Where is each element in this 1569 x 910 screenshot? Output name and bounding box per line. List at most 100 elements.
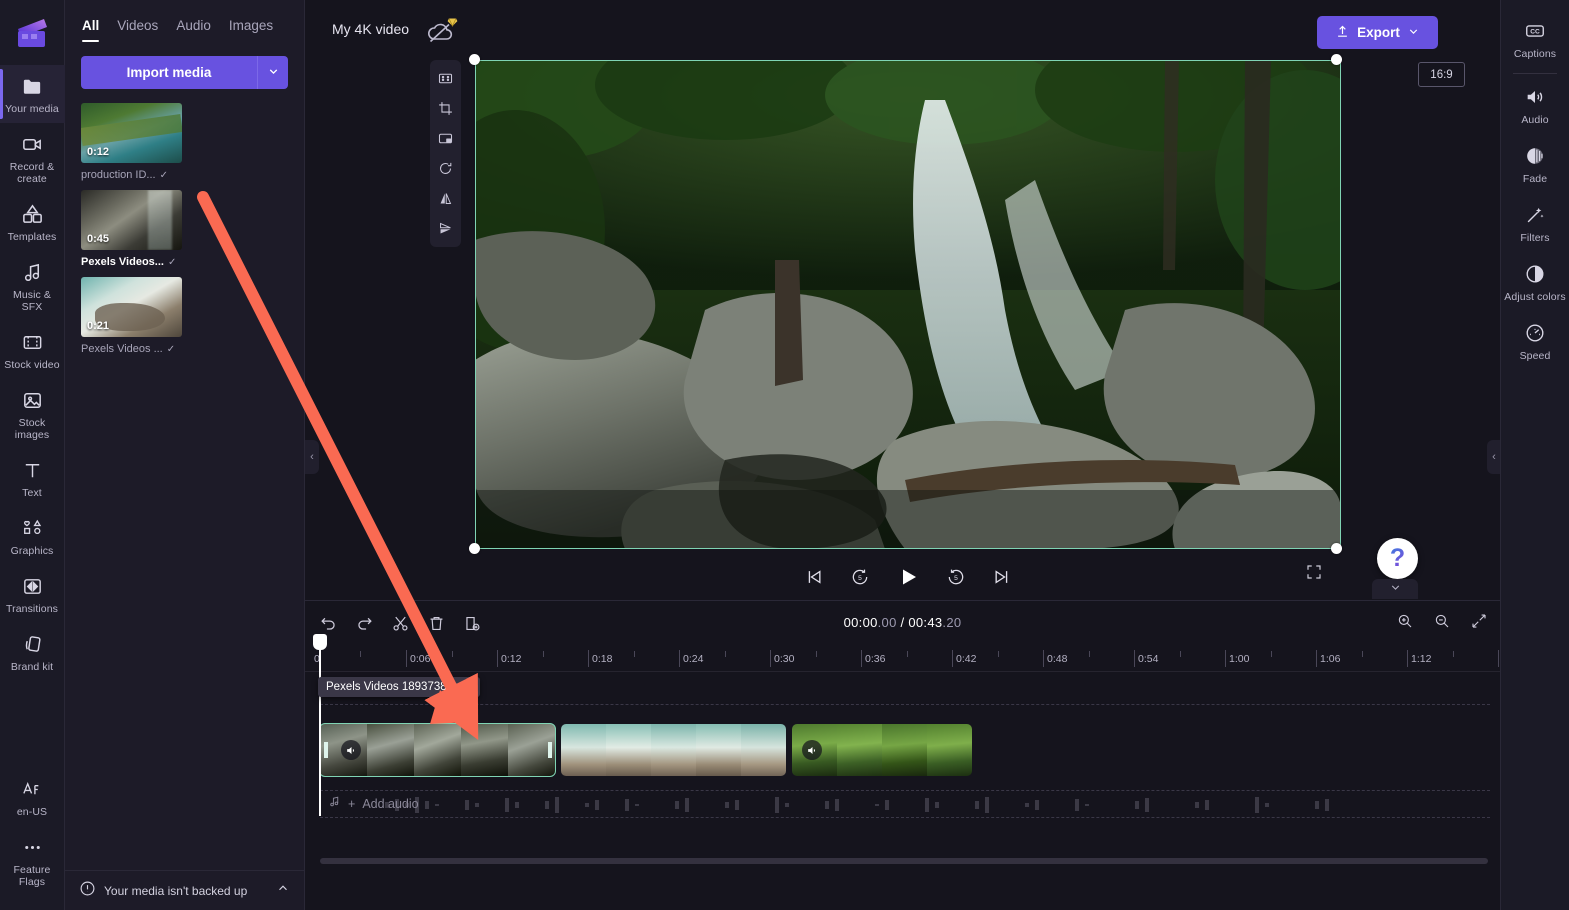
collapse-media-panel-button[interactable]: ‹: [305, 440, 319, 474]
rail-item-label: Adjust colors: [1504, 291, 1566, 303]
sidebar-item-label: Record & create: [9, 161, 55, 185]
tab-all[interactable]: All: [82, 18, 100, 42]
clipchamp-logo[interactable]: [0, 0, 65, 65]
audio-track[interactable]: + Add audio: [320, 790, 1490, 818]
timeline-clip-3[interactable]: [792, 724, 972, 776]
media-item-2[interactable]: 0:21 Pexels Videos ... ✓: [81, 277, 182, 355]
sidebar-item-graphics[interactable]: Graphics: [0, 507, 65, 565]
ruler-label-3: 0:18: [592, 653, 613, 665]
import-media-button[interactable]: Import media: [81, 56, 257, 89]
flip-horizontal-icon[interactable]: [432, 185, 459, 212]
playhead[interactable]: [313, 634, 327, 816]
clip-tooltip: Pexels Videos 1893738.mp4: [318, 677, 481, 697]
ruler-tick: [1407, 650, 1408, 667]
media-duration: 0:45: [87, 233, 110, 245]
sidebar-item-language[interactable]: en-US: [0, 768, 65, 826]
zoom-out-button[interactable]: [1433, 612, 1451, 630]
rail-item-speed[interactable]: Speed: [1501, 312, 1569, 371]
export-button-label: Export: [1357, 25, 1400, 40]
split-button[interactable]: [391, 614, 410, 633]
playhead-knob[interactable]: [313, 634, 327, 650]
rail-item-filters[interactable]: Filters: [1501, 194, 1569, 253]
cloud-off-icon[interactable]: [425, 16, 459, 46]
ruler-tick: [406, 650, 407, 667]
collapse-properties-panel-button[interactable]: ‹: [1487, 440, 1501, 474]
media-item-0[interactable]: 0:12 production ID... ✓: [81, 103, 182, 181]
ruler-tick: [907, 651, 908, 657]
ruler-tick: [1271, 651, 1272, 657]
page-title[interactable]: My 4K video: [332, 21, 409, 37]
sidebar-item-text[interactable]: Text: [0, 449, 65, 507]
undo-button[interactable]: [319, 614, 338, 633]
sidebar-item-label: Brand kit: [10, 661, 54, 673]
media-backup-notice[interactable]: Your media isn't backed up: [65, 870, 304, 910]
resize-handle-top-left[interactable]: [469, 54, 480, 65]
ruler-label-12: 1:12: [1411, 653, 1432, 665]
sidebar-item-brand-kit[interactable]: Brand kit: [0, 623, 65, 681]
clip-trim-handle-left[interactable]: [320, 724, 331, 776]
help-button[interactable]: ?: [1377, 538, 1418, 579]
clip-trim-handle-right[interactable]: [544, 724, 555, 776]
import-media-dropdown-button[interactable]: [257, 56, 288, 89]
collapse-preview-button[interactable]: [1372, 579, 1418, 599]
resize-handle-bottom-left[interactable]: [469, 543, 480, 554]
timeline-clip-2[interactable]: [561, 724, 786, 776]
timeline-ruler[interactable]: 0 0:06 0:12 0:18 0:24 0:30 0:36 0:42 0:4: [305, 646, 1500, 672]
aspect-ratio-button[interactable]: 16:9: [1418, 62, 1465, 87]
sidebar-item-music-sfx[interactable]: Music & SFX: [0, 251, 65, 321]
sidebar-item-your-media[interactable]: Your media: [0, 65, 65, 123]
sidebar-item-record-create[interactable]: Record & create: [0, 123, 65, 193]
rotate-icon[interactable]: [432, 155, 459, 182]
timeline-horizontal-scrollbar[interactable]: [320, 858, 1488, 864]
resize-handle-bottom-right[interactable]: [1331, 543, 1342, 554]
fullscreen-icon[interactable]: [1305, 563, 1323, 586]
play-button[interactable]: [896, 565, 920, 589]
redo-button[interactable]: [355, 614, 374, 633]
rail-item-adjust-colors[interactable]: Adjust colors: [1501, 253, 1569, 312]
sidebar-item-stock-video[interactable]: Stock video: [0, 321, 65, 379]
ruler-tick: [588, 650, 589, 667]
ruler-tick: [952, 650, 953, 667]
export-button[interactable]: Export: [1317, 16, 1438, 49]
clip-audio-icon[interactable]: [341, 740, 361, 760]
media-grid: 0:12 production ID... ✓ 0:45 Pexels Vide…: [65, 89, 304, 369]
fit-timeline-button[interactable]: [1470, 612, 1488, 630]
sidebar-item-transitions[interactable]: Transitions: [0, 565, 65, 623]
rail-item-fade[interactable]: Fade: [1501, 135, 1569, 194]
zoom-in-button[interactable]: [1396, 612, 1414, 630]
skip-to-start-button[interactable]: [804, 567, 824, 587]
tab-images[interactable]: Images: [229, 18, 273, 42]
crop-icon[interactable]: [432, 95, 459, 122]
left-rail-bottom: en-US Feature Flags: [0, 768, 65, 910]
sidebar-item-stock-images[interactable]: Stock images: [0, 379, 65, 449]
rail-item-captions[interactable]: CC Captions: [1501, 10, 1569, 69]
ruler-label-2: 0:12: [501, 653, 522, 665]
media-item-label: production ID...: [81, 169, 156, 181]
fit-to-frame-icon[interactable]: [432, 65, 459, 92]
rewind-5-seconds-button[interactable]: 5: [850, 567, 870, 587]
resize-handle-top-right[interactable]: [1331, 54, 1342, 65]
tab-audio[interactable]: Audio: [176, 18, 211, 42]
tab-videos[interactable]: Videos: [117, 18, 158, 42]
properties-rail: CC Captions Audio Fade Filters Adjust co…: [1500, 0, 1569, 910]
media-panel: All Videos Audio Images Import media 0:1…: [65, 0, 305, 910]
sidebar-item-label: Stock video: [4, 359, 60, 371]
delete-button[interactable]: [427, 614, 446, 633]
sidebar-item-feature-flags[interactable]: Feature Flags: [0, 826, 65, 896]
duplicate-button[interactable]: [463, 614, 482, 633]
ruler-tick: [770, 650, 771, 667]
media-duration: 0:21: [87, 320, 110, 332]
media-item-1[interactable]: 0:45 Pexels Videos... ✓: [81, 190, 182, 268]
picture-in-picture-icon[interactable]: [432, 125, 459, 152]
flip-vertical-icon[interactable]: [432, 215, 459, 242]
sidebar-item-templates[interactable]: Templates: [0, 193, 65, 251]
skip-to-end-button[interactable]: [992, 567, 1012, 587]
clip-audio-icon[interactable]: [802, 740, 822, 760]
sidebar-item-label: Text: [22, 487, 42, 499]
chevron-up-icon[interactable]: [276, 881, 290, 900]
clipchamp-editor: Your media Record & create Templates Mus…: [0, 0, 1569, 910]
forward-5-seconds-button[interactable]: 5: [946, 567, 966, 587]
rail-item-audio[interactable]: Audio: [1501, 76, 1569, 135]
timeline-clip-1[interactable]: [319, 723, 556, 777]
video-preview-stage[interactable]: [475, 60, 1341, 549]
